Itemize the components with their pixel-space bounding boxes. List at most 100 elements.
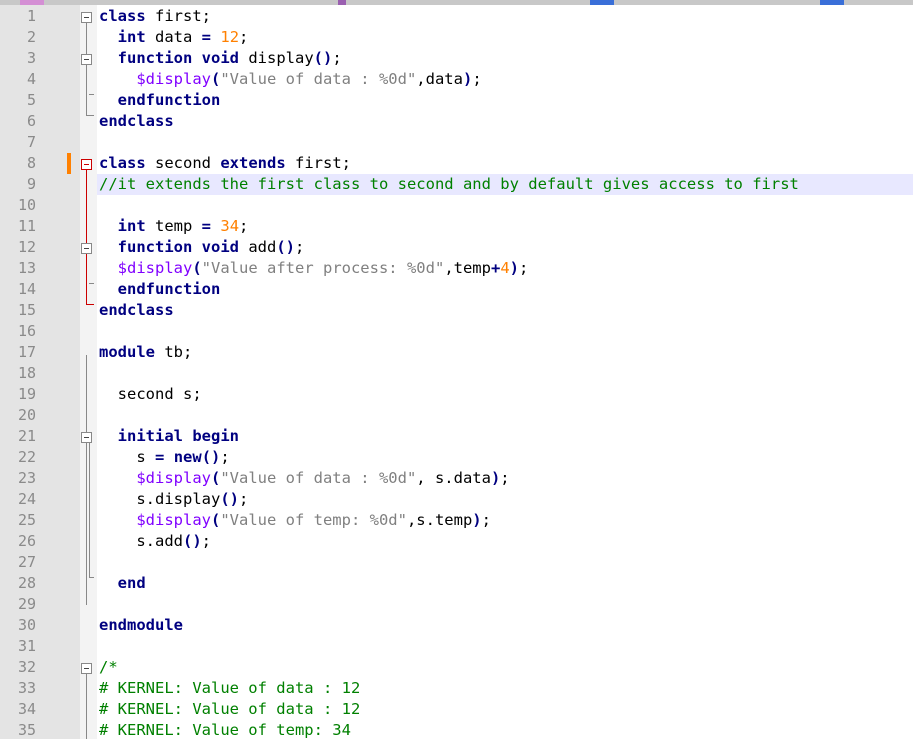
code-line[interactable]: 7 — [0, 132, 913, 153]
line-text[interactable]: # KERNEL: Value of temp: 34 — [99, 720, 351, 741]
line-text[interactable]: s = new(); — [99, 447, 229, 468]
code-line[interactable]: 12 function void add(); — [0, 237, 913, 258]
code-line[interactable]: 4 $display("Value of data : %0d",data); — [0, 69, 913, 90]
code-line[interactable]: 3 function void display(); — [0, 48, 913, 69]
line-number: 25 — [17, 511, 36, 529]
line-text[interactable]: end — [99, 573, 146, 594]
code-line[interactable]: 14 endfunction — [0, 279, 913, 300]
line-text[interactable]: # KERNEL: Value of data : 12 — [99, 699, 360, 720]
code-token: extends — [220, 154, 286, 172]
code-line[interactable]: 27 — [0, 552, 913, 573]
code-token: # KERNEL: Value of data : 12 — [99, 700, 361, 718]
line-text[interactable]: endclass — [99, 111, 174, 132]
code-token: ; — [239, 217, 249, 235]
line-number: 12 — [17, 238, 36, 256]
code-token: end — [117, 574, 146, 592]
fold-toggle-icon[interactable] — [81, 159, 92, 170]
code-line[interactable]: 31 — [0, 636, 913, 657]
line-text[interactable]: $display("Value of data : %0d", s.data); — [99, 468, 509, 489]
code-line[interactable]: 18 — [0, 363, 913, 384]
code-line[interactable]: 29 — [0, 594, 913, 615]
fold-toggle-icon[interactable] — [81, 432, 92, 443]
code-token: + — [490, 259, 501, 277]
fold-end-tick — [89, 577, 94, 578]
line-text[interactable]: function void display(); — [99, 48, 342, 69]
code-line[interactable]: 21 initial begin — [0, 426, 913, 447]
code-line[interactable]: 26 s.add(); — [0, 531, 913, 552]
line-text[interactable]: //it extends the first class to second a… — [99, 174, 799, 195]
code-token: first; — [285, 154, 351, 172]
line-text[interactable]: endmodule — [99, 615, 183, 636]
fold-toggle-icon[interactable] — [81, 54, 92, 65]
line-text[interactable]: function void add(); — [99, 237, 305, 258]
code-token: endclass — [99, 112, 174, 130]
line-text[interactable]: $display("Value of data : %0d",data); — [99, 69, 481, 90]
code-line[interactable]: 8 class second extends first; — [0, 153, 913, 174]
code-line[interactable]: 20 — [0, 405, 913, 426]
fold-toggle-icon[interactable] — [81, 243, 92, 254]
line-text[interactable]: int temp = 34; — [99, 216, 249, 237]
code-line[interactable]: 1 class first; — [0, 6, 913, 27]
code-line[interactable]: 6 endclass — [0, 111, 913, 132]
code-token: "Value of data : %0d" — [220, 469, 417, 487]
code-token: 4 — [500, 259, 510, 277]
fold-toggle-icon[interactable] — [81, 12, 92, 23]
code-token: "Value after process: %0d" — [201, 259, 445, 277]
line-text[interactable]: second s; — [99, 384, 202, 405]
code-line[interactable]: 15 endclass — [0, 300, 913, 321]
line-number: 9 — [26, 175, 36, 193]
fold-toggle-icon[interactable] — [81, 663, 92, 674]
code-line[interactable]: 33 # KERNEL: Value of data : 12 — [0, 678, 913, 699]
line-text[interactable]: module tb; — [99, 342, 192, 363]
line-text[interactable]: endfunction — [99, 279, 221, 300]
code-line[interactable]: 9 //it extends the first class to second … — [0, 174, 913, 195]
line-number: 3 — [26, 49, 36, 67]
code-token: $display — [136, 70, 211, 88]
code-line[interactable]: 34 # KERNEL: Value of data : 12 — [0, 699, 913, 720]
code-line[interactable]: 10 — [0, 195, 913, 216]
line-text[interactable]: # KERNEL: Value of data : 12 — [99, 678, 360, 699]
code-token: ( — [192, 259, 202, 277]
code-line[interactable]: 11 int temp = 34; — [0, 216, 913, 237]
line-text[interactable]: s.display(); — [99, 489, 248, 510]
line-text[interactable]: s.add(); — [99, 531, 211, 552]
code-line[interactable]: 32 /* — [0, 657, 913, 678]
code-line[interactable]: 24 s.display(); — [0, 489, 913, 510]
code-line[interactable]: 19 second s; — [0, 384, 913, 405]
code-line[interactable]: 16 — [0, 321, 913, 342]
code-line[interactable]: 30 endmodule — [0, 615, 913, 636]
line-text[interactable]: /* — [99, 657, 118, 678]
code-token: begin — [192, 427, 240, 445]
line-text[interactable]: int data = 12; — [99, 27, 249, 48]
line-text[interactable]: class second extends first; — [99, 153, 351, 174]
line-text[interactable]: endfunction — [99, 90, 221, 111]
fold-line — [86, 170, 87, 305]
line-text[interactable]: $display("Value after process: %0d",temp… — [99, 258, 529, 279]
code-line[interactable]: 13 $display("Value after process: %0d",t… — [0, 258, 913, 279]
code-line[interactable]: 2 int data = 12; — [0, 27, 913, 48]
line-number: 18 — [17, 364, 36, 382]
code-token: ,temp — [444, 259, 491, 277]
code-token: int — [117, 28, 146, 46]
code-token: display — [239, 49, 314, 67]
code-token: s.display — [99, 490, 221, 508]
code-line[interactable]: 17 module tb; — [0, 342, 913, 363]
code-line[interactable]: 5 endfunction — [0, 90, 913, 111]
line-text[interactable]: $display("Value of temp: %0d",s.temp); — [99, 510, 491, 531]
code-token: ; — [519, 259, 529, 277]
code-line[interactable]: 28 end — [0, 573, 913, 594]
line-text[interactable]: class first; — [99, 6, 211, 27]
code-line[interactable]: 23 $display("Value of data : %0d", s.dat… — [0, 468, 913, 489]
code-line[interactable]: 25 $display("Value of temp: %0d",s.temp)… — [0, 510, 913, 531]
line-text[interactable]: initial begin — [99, 426, 239, 447]
line-number: 17 — [17, 343, 36, 361]
code-token: initial — [117, 427, 183, 445]
line-number: 19 — [17, 385, 36, 403]
code-line[interactable]: 35 # KERNEL: Value of temp: 34 — [0, 720, 913, 741]
line-text[interactable]: endclass — [99, 300, 174, 321]
code-line[interactable]: 22 s = new(); — [0, 447, 913, 468]
